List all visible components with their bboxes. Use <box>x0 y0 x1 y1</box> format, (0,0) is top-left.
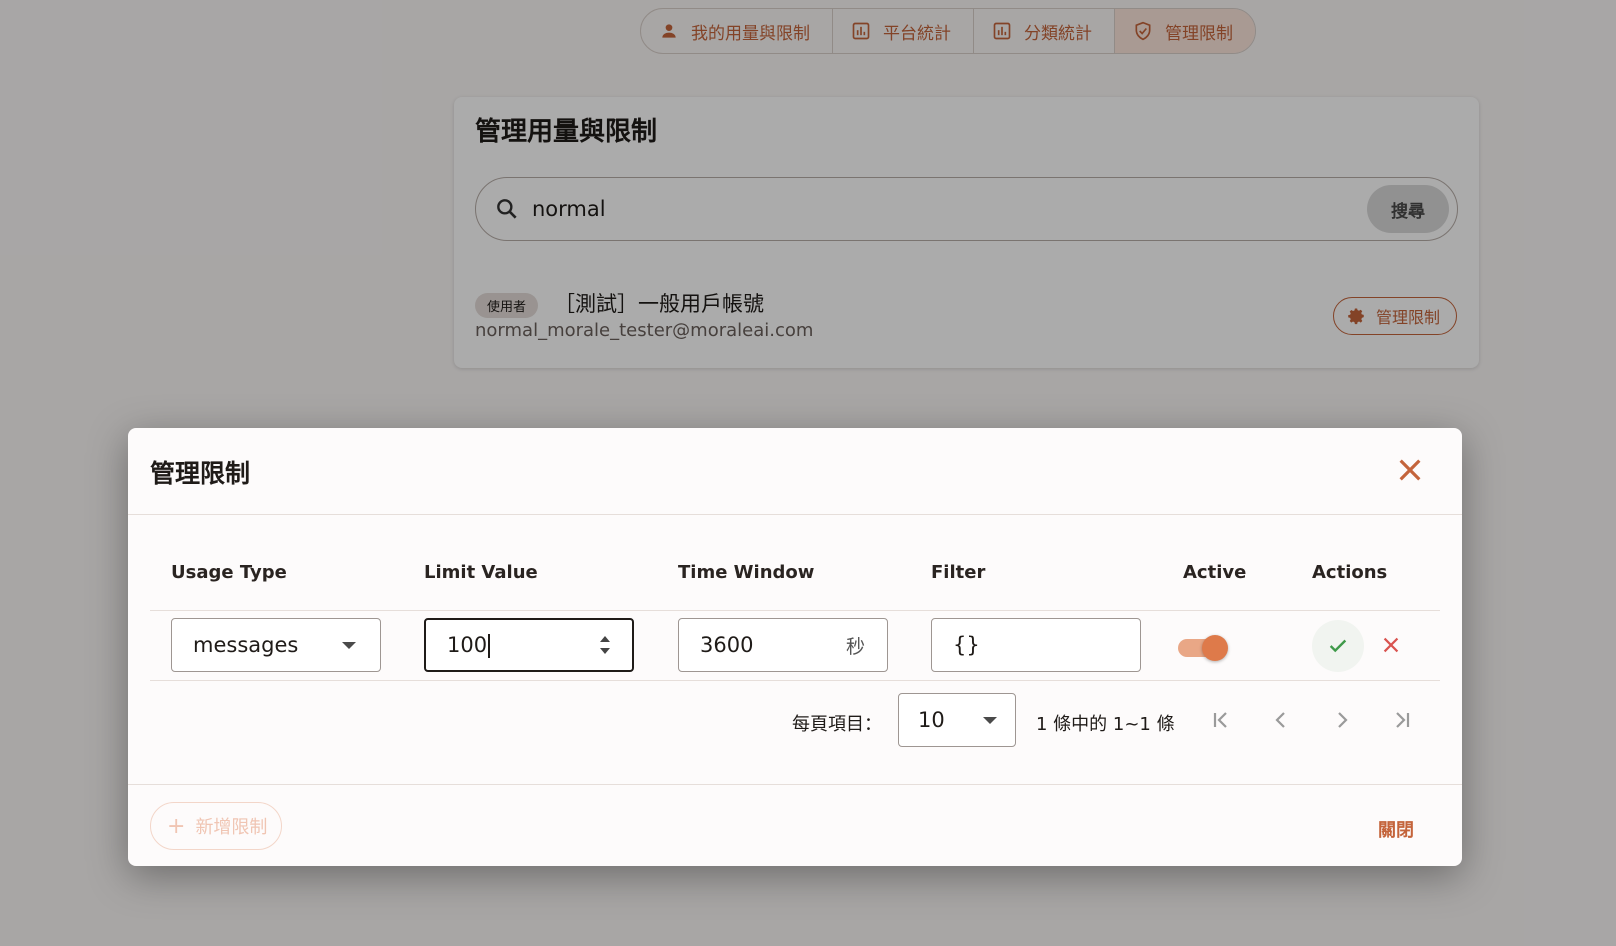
time-window-input[interactable]: 3600 秒 <box>678 618 888 672</box>
manage-limits-dialog: 管理限制 Usage Type Limit Value Time Window … <box>128 428 1462 866</box>
dropdown-arrow-icon <box>342 641 356 649</box>
check-icon <box>1329 639 1347 653</box>
column-header-limit-value: Limit Value <box>424 562 538 583</box>
last-page-icon[interactable] <box>1390 708 1414 732</box>
limit-value-text: 100 <box>447 632 488 657</box>
add-limit-label: 新增限制 <box>195 817 268 838</box>
filter-value: {} <box>953 633 980 657</box>
column-header-filter: Filter <box>931 562 986 583</box>
usage-type-select[interactable]: messages <box>171 618 381 672</box>
first-page-icon[interactable] <box>1209 708 1233 732</box>
header-row-divider <box>150 610 1440 611</box>
spin-up-icon[interactable] <box>600 636 610 642</box>
column-header-active: Active <box>1183 562 1247 583</box>
usage-type-value: messages <box>193 633 299 657</box>
previous-page-icon[interactable] <box>1269 708 1293 732</box>
dialog-title: 管理限制 <box>150 459 251 488</box>
column-header-usage-type: Usage Type <box>171 562 287 583</box>
toggle-thumb <box>1202 635 1228 661</box>
spin-down-icon[interactable] <box>600 648 610 654</box>
column-header-time-window: Time Window <box>678 562 815 583</box>
rows-per-page-label: 每頁項目： <box>792 714 882 735</box>
active-toggle[interactable] <box>1178 635 1230 661</box>
time-unit-suffix: 秒 <box>845 635 865 658</box>
column-header-actions: Actions <box>1312 562 1388 583</box>
close-button[interactable]: 關閉 <box>1378 816 1414 842</box>
text-cursor <box>488 633 490 658</box>
rows-per-page-value: 10 <box>918 708 945 732</box>
close-icon[interactable] <box>1394 454 1426 486</box>
time-window-value: 3600 <box>700 633 754 657</box>
next-page-icon[interactable] <box>1330 708 1354 732</box>
save-row-button[interactable] <box>1312 620 1364 672</box>
footer-divider <box>128 784 1462 785</box>
number-spinner[interactable] <box>600 636 610 654</box>
limit-value-input[interactable]: 100 <box>424 618 634 672</box>
header-divider <box>128 514 1462 515</box>
filter-input[interactable]: {} <box>931 618 1141 672</box>
pagination-range: 1 條中的 1~1 條 <box>1036 714 1175 735</box>
rows-per-page-select[interactable]: 10 <box>898 693 1016 747</box>
row-divider <box>150 680 1440 681</box>
cancel-row-close-icon[interactable] <box>1380 634 1402 656</box>
add-limit-button[interactable]: + 新增限制 <box>150 802 283 850</box>
plus-icon: + <box>167 813 186 839</box>
dropdown-arrow-icon <box>983 716 997 724</box>
